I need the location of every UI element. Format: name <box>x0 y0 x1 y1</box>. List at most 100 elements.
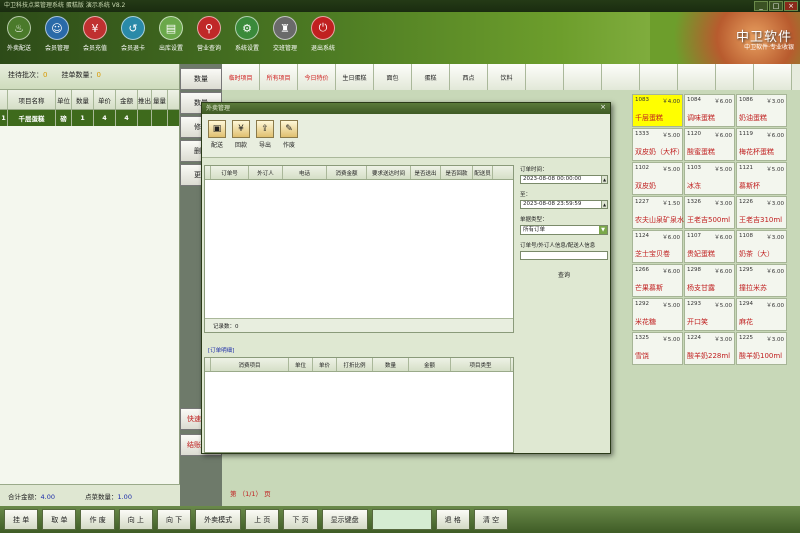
product-item[interactable]: 1325 ￥5.00 雪饶 <box>632 332 683 365</box>
user-icon[interactable]: ☺ <box>45 16 69 40</box>
category-tab-7[interactable]: 饮料 <box>488 64 526 90</box>
product-item[interactable]: 1121 ￥5.00 慕斯杯 <box>736 162 787 195</box>
product-item[interactable]: 1119 ￥6.00 梅花杯蛋糕 <box>736 128 787 161</box>
category-tab-12[interactable] <box>678 64 716 90</box>
gear-icon[interactable]: ⚙ <box>235 16 259 40</box>
bottom-button-11[interactable]: 清 空 <box>473 509 509 530</box>
toolbar-item-8[interactable]: ⏻ 退出系统 <box>308 16 338 52</box>
product-item[interactable]: 1120 ￥6.00 酸蜜蛋糕 <box>684 128 735 161</box>
dialog-tool-导出[interactable]: ⇪ 导出 <box>256 120 274 151</box>
from-date: 2023-08-08 <box>523 176 555 182</box>
category-tab-8[interactable] <box>526 64 564 90</box>
bottom-button-1[interactable]: 取 单 <box>42 509 77 530</box>
delivery-icon[interactable]: ▣ <box>208 120 226 138</box>
maximize-button[interactable]: □ <box>769 1 783 11</box>
toolbar-item-4[interactable]: ▤ 出库设置 <box>156 16 186 52</box>
warehouse-icon[interactable]: ▤ <box>159 16 183 40</box>
product-price: ￥3.00 <box>766 235 784 241</box>
from-datetime-input[interactable]: 2023-08-08 00:00:00 ▲ <box>520 175 608 184</box>
scooter-icon[interactable]: ♨ <box>7 16 31 40</box>
from-spin-icon[interactable]: ▲ <box>601 176 607 183</box>
minimize-button[interactable]: _ <box>754 1 768 11</box>
keyword-input[interactable] <box>520 251 608 260</box>
category-tab-6[interactable]: 西点 <box>450 64 488 90</box>
product-item[interactable]: 1225 ￥3.00 酸羊奶100ml <box>736 332 787 365</box>
to-spin-icon[interactable]: ▲ <box>601 201 607 208</box>
product-item[interactable]: 1294 ￥6.00 麻花 <box>736 298 787 331</box>
dialog-tool-回款[interactable]: ¥ 回款 <box>232 120 250 151</box>
category-tab-5[interactable]: 蛋糕 <box>412 64 450 90</box>
orders-grid[interactable]: 订单号 外订人 电话 消费金额 要求送达时间 是否送出 是否回款 配送员 记录数：0 <box>204 165 514 333</box>
card-icon[interactable]: ¥ <box>83 16 107 40</box>
table-row[interactable]: 1 千层蛋糕磅 1 4 4 <box>0 110 179 126</box>
query-button[interactable]: 查询 <box>540 268 588 280</box>
category-tab-14[interactable] <box>754 64 792 90</box>
product-item[interactable]: 1103 ￥5.00 冰冻 <box>684 162 735 195</box>
to-datetime-input[interactable]: 2023-08-08 23:59:59 ▲ <box>520 200 608 209</box>
product-item[interactable]: 1124 ￥6.00 芝士宝贝卷 <box>632 230 683 263</box>
export-icon[interactable]: ⇪ <box>256 120 274 138</box>
product-item[interactable]: 1295 ￥6.00 撞拉米苏 <box>736 264 787 297</box>
toolbar-label: 交班管理 <box>272 45 297 52</box>
product-item[interactable]: 1102 ￥5.00 双皮奶 <box>632 162 683 195</box>
bottom-button-6[interactable]: 上 页 <box>245 509 280 530</box>
category-tab-2[interactable]: 今日特价 <box>298 64 336 90</box>
order-type-select[interactable]: 所有订单 ▼ <box>520 225 608 235</box>
product-item[interactable]: 1108 ￥3.00 奶茶（大） <box>736 230 787 263</box>
product-item[interactable]: 1333 ￥5.00 双皮奶（大杯） <box>632 128 684 161</box>
coin-icon[interactable]: ¥ <box>232 120 250 138</box>
power-icon[interactable]: ⏻ <box>311 16 335 40</box>
search-icon[interactable]: ⚲ <box>197 16 221 40</box>
dialog-close-button[interactable]: × <box>598 104 608 112</box>
bottom-button-5[interactable]: 外卖模式 <box>195 509 242 530</box>
bottom-button-2[interactable]: 作 废 <box>80 509 115 530</box>
order-filters: 订单时间： 2023-08-08 00:00:00 ▲ 至： 2023-08-08… <box>520 165 608 451</box>
dialog-tool-配送[interactable]: ▣ 配送 <box>208 120 226 151</box>
dialog-tool-作废[interactable]: ✎ 作废 <box>280 120 298 151</box>
bottom-button-7[interactable]: 下 页 <box>283 509 318 530</box>
product-item[interactable]: 1226 ￥3.00 王老吉310ml <box>736 196 787 229</box>
product-item[interactable]: 1266 ￥6.00 芒果慕斯 <box>632 264 683 297</box>
product-item[interactable]: 1107 ￥6.00 贵妃蛋糕 <box>684 230 735 263</box>
shift-icon[interactable]: ♜ <box>273 16 297 40</box>
category-tab-11[interactable] <box>640 64 678 90</box>
product-code: 1226 <box>739 199 753 205</box>
product-item[interactable]: 1292 ￥5.00 米花糖 <box>632 298 683 331</box>
category-tab-10[interactable] <box>602 64 640 90</box>
toolbar-item-3[interactable]: ↺ 会员退卡 <box>118 16 148 52</box>
product-item[interactable]: 1298 ￥6.00 杨支甘露 <box>684 264 735 297</box>
category-tab-3[interactable]: 生日蛋糕 <box>336 64 374 90</box>
category-tab-4[interactable]: 面包 <box>374 64 412 90</box>
bottom-button-3[interactable]: 向 上 <box>118 509 153 530</box>
toolbar-item-6[interactable]: ⚙ 系统设置 <box>232 16 262 52</box>
toolbar-item-5[interactable]: ⚲ 营业查询 <box>194 16 224 52</box>
category-tab-13[interactable] <box>716 64 754 90</box>
product-code: 1108 <box>739 233 753 239</box>
category-tab-9[interactable] <box>564 64 602 90</box>
product-item[interactable]: 1083 ￥4.00 千层蛋糕 <box>632 94 683 127</box>
product-item[interactable]: 1224 ￥3.00 酸羊奶228ml <box>684 332 735 365</box>
category-tab-0[interactable]: 临时项目 <box>222 64 260 90</box>
category-tab-1[interactable]: 所有项目 <box>260 64 298 90</box>
bottom-button-4[interactable]: 向 下 <box>156 509 192 530</box>
product-item[interactable]: 1326 ￥3.00 王老吉500ml <box>684 196 735 229</box>
bottom-button-8[interactable]: 显示键盘 <box>321 509 368 530</box>
bottom-button-10[interactable]: 退 格 <box>435 509 470 530</box>
close-button[interactable]: × <box>784 1 798 11</box>
product-item[interactable]: 1086 ￥3.00 奶油蛋糕 <box>736 94 787 127</box>
card-return-icon[interactable]: ↺ <box>121 16 145 40</box>
toolbar-item-7[interactable]: ♜ 交班管理 <box>270 16 300 52</box>
toolbar-item-0[interactable]: ♨ 外卖配送 <box>4 16 34 52</box>
product-item[interactable]: 1293 ￥5.00 开口笑 <box>684 298 735 331</box>
chevron-down-icon[interactable]: ▼ <box>599 226 607 234</box>
bottom-button-0[interactable]: 挂 单 <box>4 509 39 530</box>
product-price: ￥3.00 <box>766 337 784 343</box>
toolbar-item-2[interactable]: ¥ 会员充值 <box>80 16 110 52</box>
keyboard-input[interactable] <box>371 509 432 530</box>
void-icon[interactable]: ✎ <box>280 120 298 138</box>
toolbar-item-1[interactable]: ☺ 会员管理 <box>42 16 72 52</box>
product-item[interactable]: 1084 ￥6.00 调味蛋糕 <box>684 94 735 127</box>
order-detail-grid[interactable]: 消费项目 单位 单价 打折比例 数量 金额 项目类型 <box>204 357 514 453</box>
mid-button-0[interactable]: 数量 <box>180 68 222 90</box>
product-item[interactable]: 1227 ￥1.50 农夫山泉矿泉水 <box>632 196 684 229</box>
